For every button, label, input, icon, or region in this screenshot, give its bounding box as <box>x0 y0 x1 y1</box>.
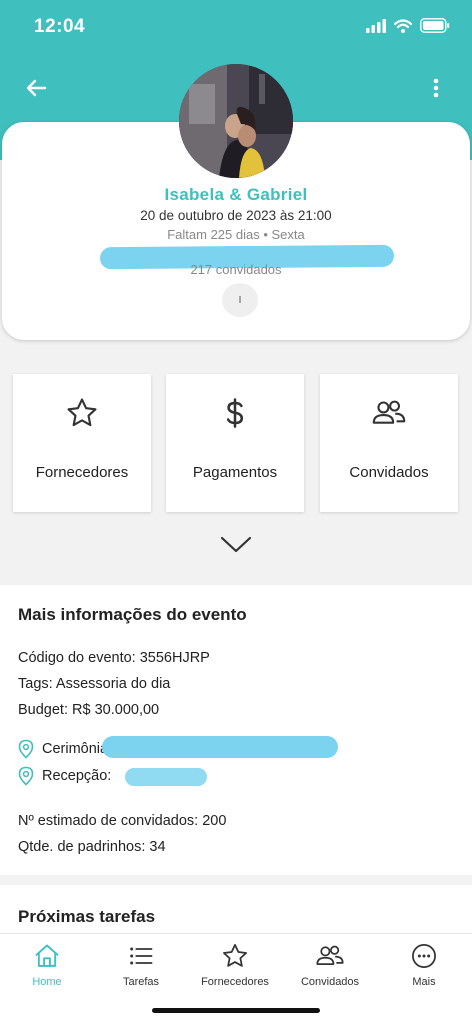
event-info-section: Mais informações do evento Código do eve… <box>0 585 472 875</box>
event-code-value: 3556HJRP <box>139 650 210 666</box>
godparents-value: 34 <box>149 839 166 855</box>
nav-label: Mais <box>412 976 436 988</box>
event-code-label: Código do evento: <box>18 650 136 666</box>
tags-row: Tags: Assessoria do dia <box>18 676 170 692</box>
people-icon <box>316 945 344 965</box>
arrow-left-icon <box>26 79 47 97</box>
guest-count: 217 convidados <box>190 262 282 277</box>
budget-row: Budget: R$ 30.000,00 <box>18 702 159 718</box>
chevron-down-icon <box>220 536 252 553</box>
more-vertical-icon <box>433 78 439 98</box>
nav-label: Tarefas <box>122 976 160 988</box>
home-indicator[interactable] <box>152 1008 320 1013</box>
nav-home[interactable]: Home <box>0 942 94 988</box>
battery-icon <box>420 18 450 33</box>
nav-label: Fornecedores <box>201 976 269 988</box>
tile-pagamentos[interactable]: Pagamentos <box>166 374 304 512</box>
nav-convidados[interactable]: Convidados <box>283 942 377 988</box>
godparents-row: Qtde. de padrinhos: 34 <box>18 839 166 855</box>
list-icon <box>130 947 153 965</box>
dollar-icon <box>226 398 244 428</box>
star-icon <box>223 944 247 967</box>
back-button[interactable] <box>20 72 52 104</box>
estimated-guests-value: 200 <box>202 813 227 829</box>
redaction-mark <box>102 736 338 758</box>
section-title: Mais informações do evento <box>18 605 247 624</box>
couple-name: Isabela & Gabriel <box>164 185 308 204</box>
budget-value: R$ 30.000,00 <box>72 702 160 718</box>
tile-convidados[interactable]: Convidados <box>320 374 458 512</box>
redaction-mark <box>125 768 207 786</box>
nav-mais[interactable]: Mais <box>377 942 471 988</box>
reception-label: Recepção: <box>42 768 112 784</box>
status-bar: 12:04 <box>0 0 472 56</box>
tags-label: Tags: <box>18 676 53 692</box>
couple-photo <box>179 64 293 178</box>
status-icons <box>366 18 450 33</box>
tile-fornecedores[interactable]: Fornecedores <box>13 374 151 512</box>
event-code-row: Código do evento: 3556HJRP <box>18 650 210 666</box>
profile-small-button[interactable]: I <box>222 283 258 317</box>
tags-value: Assessoria do dia <box>55 676 171 692</box>
section-title: Próximas tarefas <box>18 907 156 926</box>
estimated-guests-row: Nº estimado de convidados: 200 <box>18 813 226 829</box>
event-date: 20 de outubro de 2023 às 21:00 <box>140 208 332 223</box>
signal-icon <box>366 18 386 33</box>
ceremony-location[interactable]: Cerimônia: <box>18 739 112 759</box>
reception-location[interactable]: Recepção: <box>18 766 111 786</box>
people-icon <box>372 400 406 424</box>
star-icon <box>67 398 97 427</box>
budget-label: Budget: <box>18 702 68 718</box>
nav-label: Convidados <box>300 976 360 988</box>
wifi-icon <box>394 18 412 33</box>
tile-label: Convidados <box>349 464 429 481</box>
nav-label: Home <box>32 976 62 988</box>
countdown-text: Faltam 225 dias • Sexta <box>167 227 305 242</box>
location-pin-icon <box>18 766 34 786</box>
overflow-menu-button[interactable] <box>422 72 450 104</box>
location-pin-icon <box>18 739 34 759</box>
tile-label: Fornecedores <box>35 464 129 481</box>
godparents-label: Qtde. de padrinhos: <box>18 839 146 855</box>
home-icon <box>35 944 59 967</box>
avatar[interactable] <box>179 64 293 178</box>
nav-fornecedores[interactable]: Fornecedores <box>188 942 282 988</box>
estimated-guests-label: Nº estimado de convidados: <box>18 813 199 829</box>
more-circle-icon <box>412 944 436 968</box>
status-time: 12:04 <box>34 16 86 37</box>
expand-button[interactable] <box>216 530 256 560</box>
nav-tarefas[interactable]: Tarefas <box>94 942 188 988</box>
tile-label: Pagamentos <box>192 464 278 481</box>
